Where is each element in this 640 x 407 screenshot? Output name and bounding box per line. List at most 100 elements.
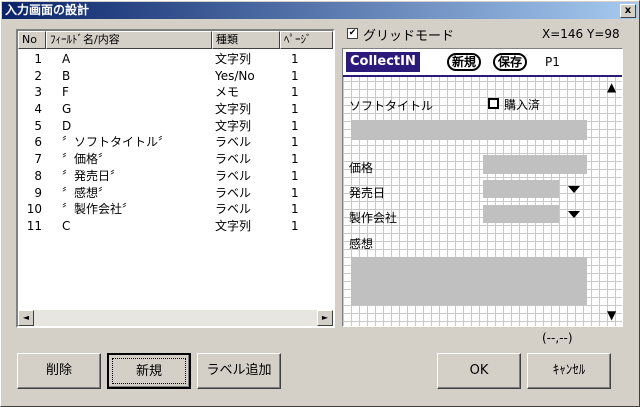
row-type: ラベル (215, 202, 252, 217)
row-number: 7 (34, 152, 42, 167)
row-name: F (62, 85, 69, 100)
label-soft-title[interactable]: ソフトタイトル (349, 97, 433, 114)
device-save-button[interactable]: 保存 (493, 53, 528, 71)
focus-rect (112, 358, 186, 384)
new-button[interactable]: 新規 (107, 353, 191, 389)
ok-button[interactable]: OK (437, 353, 521, 389)
grid-mode-label: グリッドモード (363, 29, 455, 44)
row-page: 1 (291, 202, 299, 217)
window-title: 入力画面の設計 (5, 3, 90, 17)
field-maker[interactable] (483, 205, 559, 223)
row-number: 3 (34, 85, 42, 100)
list-item[interactable]: 9 〞感想〞 ラベル 1 (18, 185, 333, 202)
row-number: 4 (34, 102, 42, 117)
list-item[interactable]: 7 〞価格〞 ラベル 1 (18, 151, 333, 168)
title-bar: 入力画面の設計 x (2, 2, 638, 19)
label-purchased[interactable]: 購入済 (504, 96, 540, 113)
grid-mode-checkbox[interactable]: ✔ (347, 28, 358, 39)
row-type: ラベル (215, 168, 252, 183)
field-price[interactable] (483, 155, 587, 174)
column-header-page[interactable]: ﾍﾟｰｼﾞ (280, 31, 333, 49)
row-number: 11 (26, 218, 42, 233)
purchased-checkbox[interactable] (488, 98, 499, 109)
row-type: 文字列 (215, 102, 252, 117)
device-new-button[interactable]: 新規 (447, 53, 482, 71)
list-header: No ﾌｨｰﾙﾄﾞ名/内容 種類 ﾍﾟｰｼﾞ (18, 31, 333, 49)
row-number: 6 (34, 135, 42, 150)
row-page: 1 (291, 168, 299, 183)
scroll-down-glyph: ▼ (607, 308, 617, 322)
maker-dropdown-icon[interactable] (568, 211, 580, 219)
label-release-date[interactable]: 発売日 (349, 184, 385, 201)
label-impression[interactable]: 感想 (349, 235, 373, 252)
row-number: 1 (34, 52, 42, 66)
column-header-name[interactable]: ﾌｨｰﾙﾄﾞ名/内容 (46, 31, 212, 49)
list-item[interactable]: 10 〞製作会社〞 ラベル 1 (18, 201, 333, 218)
cursor-coordinates: X=146 Y=98 (542, 27, 620, 41)
row-type: 文字列 (215, 118, 252, 133)
list-item[interactable]: 1 A 文字列 1 (18, 51, 333, 68)
column-header-no[interactable]: No (18, 31, 46, 49)
field-release-date[interactable] (483, 180, 559, 198)
delete-button[interactable]: 削除 (17, 353, 101, 389)
list-item[interactable]: 6 〞ソフトタイトル〞 ラベル 1 (18, 134, 333, 151)
row-number: 2 (34, 68, 42, 83)
app-bar: CollectIN 新規 保存 P1 (343, 49, 622, 75)
scroll-down-arrow-icon[interactable]: ▼ (607, 308, 617, 322)
field-list[interactable]: No ﾌｨｰﾙﾄﾞ名/内容 種類 ﾍﾟｰｼﾞ 1 A 文字列 1 2 B Yes/No 1 3 F… (16, 29, 335, 328)
row-name: G (62, 102, 72, 117)
row-page: 1 (291, 135, 299, 150)
row-name: 〞感想〞 (62, 185, 111, 200)
row-type: 文字列 (215, 52, 252, 66)
row-name: 〞価格〞 (62, 152, 111, 167)
column-header-type[interactable]: 種類 (212, 31, 280, 49)
app-title: CollectIN (346, 52, 420, 72)
scroll-up-arrow-icon[interactable]: ▲ (607, 80, 617, 94)
row-page: 1 (291, 218, 299, 233)
list-rows: 1 A 文字列 1 2 B Yes/No 1 3 F メモ 1 4 G 文字列 1 5 D 文字列 1 6 〞ソフトタイト… (18, 51, 333, 235)
horizontal-scrollbar[interactable]: ◄ ► (18, 310, 333, 326)
row-number: 8 (34, 168, 42, 183)
page-indicator: P1 (545, 55, 560, 69)
scroll-right-button[interactable]: ► (317, 310, 333, 326)
row-page: 1 (291, 68, 299, 83)
row-name: A (62, 52, 71, 66)
row-type: メモ (215, 85, 240, 100)
list-item[interactable]: 8 〞発売日〞 ラベル 1 (18, 168, 333, 185)
row-number: 5 (34, 118, 42, 133)
close-button[interactable]: x (620, 4, 636, 18)
list-item[interactable]: 5 D 文字列 1 (18, 118, 333, 135)
cancel-button[interactable]: ｷｬﾝｾﾙ (527, 353, 611, 389)
row-page: 1 (291, 152, 299, 167)
list-item[interactable]: 3 F メモ 1 (18, 84, 333, 101)
add-label-button[interactable]: ラベル追加 (197, 353, 281, 389)
list-item[interactable]: 11 C 文字列 1 (18, 218, 333, 235)
row-name: 〞ソフトタイトル〞 (62, 135, 171, 150)
scroll-up-glyph: ▲ (607, 80, 617, 94)
release-dropdown-icon[interactable] (568, 186, 580, 194)
row-type: ラベル (215, 185, 252, 200)
row-page: 1 (291, 118, 299, 133)
row-name: 〞製作会社〞 (62, 202, 135, 217)
field-soft-title[interactable] (351, 120, 587, 140)
position-readout: (--,--) (542, 331, 573, 345)
label-maker[interactable]: 製作会社 (349, 209, 397, 226)
row-page: 1 (291, 102, 299, 117)
row-type: ラベル (215, 152, 252, 167)
row-type: ラベル (215, 135, 252, 150)
list-item[interactable]: 2 B Yes/No 1 (18, 68, 333, 85)
scroll-left-button[interactable]: ◄ (18, 310, 34, 326)
row-name: C (62, 218, 71, 233)
dialog-window: 入力画面の設計 x No ﾌｨｰﾙﾄﾞ名/内容 種類 ﾍﾟｰｼﾞ 1 A 文字列 1 2… (0, 0, 640, 407)
row-page: 1 (291, 85, 299, 100)
device-screen-canvas[interactable]: CollectIN 新規 保存 P1 ▲ ソフトタイトル 購入済 価格 発売日 … (342, 48, 623, 327)
row-type: Yes/No (215, 68, 255, 83)
list-item[interactable]: 4 G 文字列 1 (18, 101, 333, 118)
field-impression[interactable] (351, 257, 587, 305)
row-number: 10 (26, 202, 42, 217)
label-price[interactable]: 価格 (349, 159, 373, 176)
row-page: 1 (291, 185, 299, 200)
row-number: 9 (34, 185, 42, 200)
row-name: D (62, 118, 72, 133)
row-type: 文字列 (215, 218, 252, 233)
